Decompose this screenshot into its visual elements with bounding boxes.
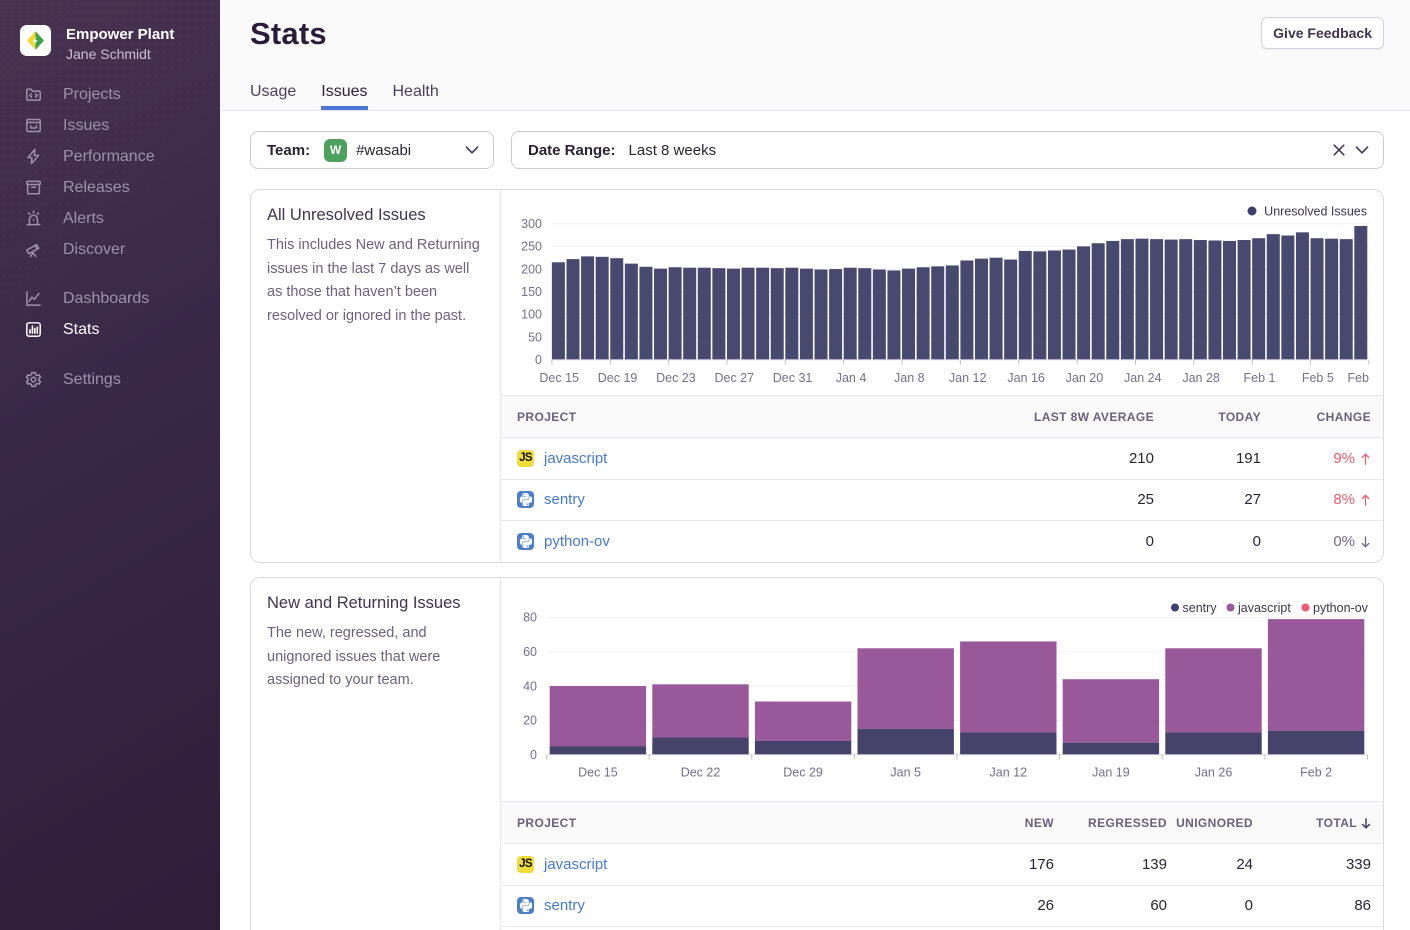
svg-text:Jan 5: Jan 5 <box>890 766 921 780</box>
svg-text:Feb: Feb <box>1347 371 1369 385</box>
svg-text:Jan 20: Jan 20 <box>1066 371 1104 385</box>
svg-text:Feb 5: Feb 5 <box>1302 371 1334 385</box>
svg-text:Dec 19: Dec 19 <box>598 371 638 385</box>
svg-text:Jan 16: Jan 16 <box>1007 371 1045 385</box>
svg-text:0: 0 <box>535 353 542 367</box>
svg-text:80: 80 <box>523 611 537 625</box>
svg-text:sentry: sentry <box>1183 601 1218 615</box>
svg-text:Dec 22: Dec 22 <box>681 766 721 780</box>
svg-text:Dec 31: Dec 31 <box>773 371 813 385</box>
svg-text:Jan 19: Jan 19 <box>1092 766 1130 780</box>
svg-text:60: 60 <box>523 645 537 659</box>
svg-text:python-ov: python-ov <box>1313 601 1369 615</box>
svg-text:Dec 15: Dec 15 <box>578 766 618 780</box>
svg-text:300: 300 <box>521 217 542 231</box>
svg-text:Jan 12: Jan 12 <box>990 766 1028 780</box>
svg-text:200: 200 <box>521 262 542 276</box>
svg-text:20: 20 <box>523 714 537 728</box>
svg-text:Feb 1: Feb 1 <box>1244 371 1276 385</box>
svg-text:Jan 26: Jan 26 <box>1195 766 1233 780</box>
svg-text:Jan 24: Jan 24 <box>1124 371 1162 385</box>
svg-text:Dec 29: Dec 29 <box>783 766 823 780</box>
svg-text:Jan 28: Jan 28 <box>1182 371 1220 385</box>
svg-text:Dec 15: Dec 15 <box>539 371 579 385</box>
svg-text:40: 40 <box>523 679 537 693</box>
svg-text:Jan 12: Jan 12 <box>949 371 987 385</box>
svg-text:Jan 4: Jan 4 <box>836 371 867 385</box>
svg-text:0: 0 <box>530 748 537 762</box>
svg-text:250: 250 <box>521 240 542 254</box>
svg-text:Jan 8: Jan 8 <box>894 371 925 385</box>
svg-text:Dec 23: Dec 23 <box>656 371 696 385</box>
svg-text:150: 150 <box>521 285 542 299</box>
svg-text:javascript: javascript <box>1237 601 1291 615</box>
svg-text:Unresolved Issues: Unresolved Issues <box>1264 205 1367 219</box>
svg-text:Feb 2: Feb 2 <box>1300 766 1332 780</box>
svg-text:50: 50 <box>528 330 542 344</box>
svg-text:Dec 27: Dec 27 <box>714 371 754 385</box>
svg-text:100: 100 <box>521 308 542 322</box>
